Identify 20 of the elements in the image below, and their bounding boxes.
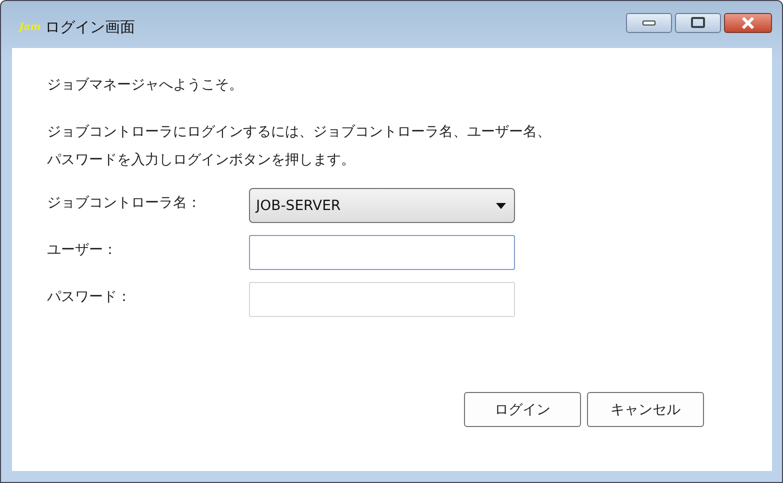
field-label: ジョブコントローラ名：	[47, 194, 202, 212]
maximize-icon	[691, 17, 705, 28]
login-button[interactable]: ログイン	[464, 392, 581, 427]
app-logo: Jam	[19, 22, 41, 33]
maximize-button[interactable]	[675, 12, 721, 32]
instruction-text: ジョブコントローラにログインするには、ジョブコントローラ名、ユーザー名、	[47, 123, 552, 142]
minimize-button[interactable]	[626, 12, 672, 32]
field-label: ユーザー：	[47, 241, 118, 259]
caret-icon	[496, 202, 506, 208]
instruction-text: パスワードを入力しログインボタンを押します。	[47, 151, 356, 170]
controller-dropdown[interactable]: JOB-SERVER	[249, 188, 515, 223]
window-title: ログイン画面	[44, 18, 135, 37]
minimize-icon	[642, 20, 656, 26]
user-input-field[interactable]	[249, 235, 515, 270]
password-input-field[interactable]	[249, 282, 515, 317]
cancel-button[interactable]: キャンセル	[587, 392, 704, 427]
field-label: パスワード：	[47, 288, 132, 306]
welcome-text: ジョブマネージャへようこそ。	[47, 76, 244, 94]
close-button[interactable]	[724, 12, 772, 32]
close-icon	[741, 16, 755, 28]
